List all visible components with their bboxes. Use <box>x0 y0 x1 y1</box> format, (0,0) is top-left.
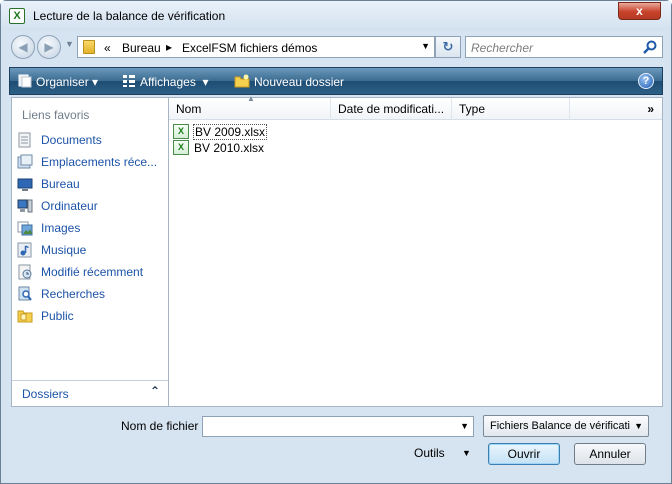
column-header-label: Nom <box>176 102 202 116</box>
refresh-button[interactable]: ↻ <box>435 36 461 58</box>
navigation-pane: Liens favoris Documents Emplacements réc… <box>11 97 169 407</box>
sidebar-item-label: Musique <box>41 243 87 257</box>
views-menu[interactable]: Affichages ▾ <box>122 74 209 89</box>
sidebar-item-label: Documents <box>41 133 102 147</box>
excel-icon: X <box>9 8 25 24</box>
desktop-icon <box>17 178 33 191</box>
cancel-button[interactable]: Annuler <box>574 443 646 465</box>
searches-icon <box>18 286 32 301</box>
close-button[interactable]: x <box>618 2 661 20</box>
tools-menu[interactable]: Outils <box>414 446 445 460</box>
documents-icon <box>18 132 31 148</box>
file-type-value: Fichiers Balance de vérificatio <box>490 420 630 432</box>
views-icon <box>123 75 135 87</box>
recently-changed-icon <box>18 264 32 280</box>
address-bar[interactable]: « Bureau ▸ ExcelFSM fichiers démos ▼ <box>77 36 435 58</box>
sidebar-item-label: Modifié récemment <box>41 265 144 279</box>
computer-icon <box>17 199 33 213</box>
file-type-select[interactable]: Fichiers Balance de vérificatio ▼ <box>483 415 649 437</box>
sort-ascending-icon: ▲ <box>247 94 255 103</box>
command-bar: Organiser ▾ Affichages ▾ Nouveau dossier… <box>9 67 663 95</box>
column-header-row: Nom ▲ Date de modificati... Type » <box>169 94 662 120</box>
breadcrumb-desktop[interactable]: Bureau <box>122 41 161 55</box>
chevron-down-icon: ▾ <box>202 75 209 89</box>
search-icon[interactable] <box>642 39 658 55</box>
public-folder-icon <box>17 310 33 323</box>
chevron-down-icon[interactable]: ▼ <box>460 421 469 431</box>
column-header-name[interactable]: Nom ▲ <box>169 94 331 120</box>
back-button[interactable]: ◀ <box>11 35 35 59</box>
column-header-type[interactable]: Type <box>452 98 570 120</box>
folder-icon <box>83 40 95 54</box>
search-placeholder: Rechercher <box>471 41 534 55</box>
column-header-label: Date de modificati... <box>338 102 445 116</box>
organise-menu[interactable]: Organiser ▾ <box>18 74 98 89</box>
forward-button[interactable]: ▶ <box>37 35 61 59</box>
folders-label: Dossiers <box>22 387 69 401</box>
organise-label: Organiser <box>36 75 89 89</box>
chevron-down-icon[interactable]: ▼ <box>421 41 430 51</box>
sidebar-item-recently-changed[interactable]: Modifié récemment <box>17 262 167 282</box>
open-file-dialog: X Lecture de la balance de vérification … <box>0 0 672 484</box>
chevron-down-icon: ▾ <box>92 75 99 89</box>
chevron-up-icon[interactable]: ⌃ <box>150 384 160 398</box>
title-bar[interactable]: X Lecture de la balance de vérification … <box>1 1 671 31</box>
pictures-icon <box>17 221 33 236</box>
breadcrumb-separator-icon[interactable]: ▸ <box>166 40 172 54</box>
excel-file-icon: X <box>173 124 189 139</box>
help-icon[interactable]: ? <box>638 73 654 89</box>
sidebar-item-public[interactable]: Public <box>17 306 167 326</box>
filename-label-text: Nom de fichier : <box>121 419 206 433</box>
organise-icon <box>18 74 32 88</box>
open-button[interactable]: Ouvrir <box>488 443 560 465</box>
sidebar-item-label: Bureau <box>41 177 80 191</box>
address-row: ◀ ▶ ▼ « Bureau ▸ ExcelFSM fichiers démos… <box>9 35 663 61</box>
folders-toggle[interactable]: Dossiers ⌃ <box>12 380 168 406</box>
chevron-down-icon: ▼ <box>634 421 643 431</box>
music-icon <box>17 242 32 258</box>
sidebar-item-music[interactable]: Musique <box>17 240 167 260</box>
breadcrumb-current-folder[interactable]: ExcelFSM fichiers démos <box>182 41 317 55</box>
new-folder-label: Nouveau dossier <box>254 75 345 89</box>
new-folder-button[interactable]: Nouveau dossier <box>234 74 344 89</box>
filename-label: Nom de fichier : <box>121 419 205 433</box>
sidebar-item-searches[interactable]: Recherches <box>17 284 167 304</box>
sidebar-item-label: Emplacements réce... <box>41 155 158 169</box>
sidebar-item-label: Images <box>41 221 81 235</box>
sidebar-item-label: Recherches <box>41 287 106 301</box>
column-header-date[interactable]: Date de modificati... <box>331 98 452 120</box>
file-name: BV 2009.xlsx <box>193 124 268 140</box>
search-input[interactable]: Rechercher <box>465 36 663 58</box>
views-label: Affichages <box>140 75 196 89</box>
chevron-down-icon[interactable]: ▼ <box>462 448 471 458</box>
sidebar-item-pictures[interactable]: Images <box>17 218 167 238</box>
window-title: Lecture de la balance de vérification <box>33 9 226 23</box>
favorites-header: Liens favoris <box>22 108 90 122</box>
file-list-pane[interactable]: Nom ▲ Date de modificati... Type » X BV … <box>169 94 663 407</box>
sidebar-item-label: Ordinateur <box>41 199 98 213</box>
new-folder-icon <box>234 74 250 88</box>
more-columns-button[interactable]: » <box>647 102 654 116</box>
recent-pages-icon[interactable]: ▼ <box>65 39 74 49</box>
recent-places-icon <box>17 154 33 169</box>
breadcrumb-overflow[interactable]: « <box>104 41 111 55</box>
sidebar-item-desktop[interactable]: Bureau <box>17 174 167 194</box>
sidebar-item-recent-places[interactable]: Emplacements réce... <box>17 152 167 172</box>
file-name: BV 2010.xlsx <box>194 141 265 155</box>
sidebar-item-label: Public <box>41 309 74 323</box>
sidebar-item-documents[interactable]: Documents <box>17 130 167 150</box>
excel-file-icon: X <box>173 140 189 155</box>
column-header-label: Type <box>459 102 486 116</box>
sidebar-item-computer[interactable]: Ordinateur <box>17 196 167 216</box>
filename-field[interactable]: ▼ <box>202 416 474 437</box>
